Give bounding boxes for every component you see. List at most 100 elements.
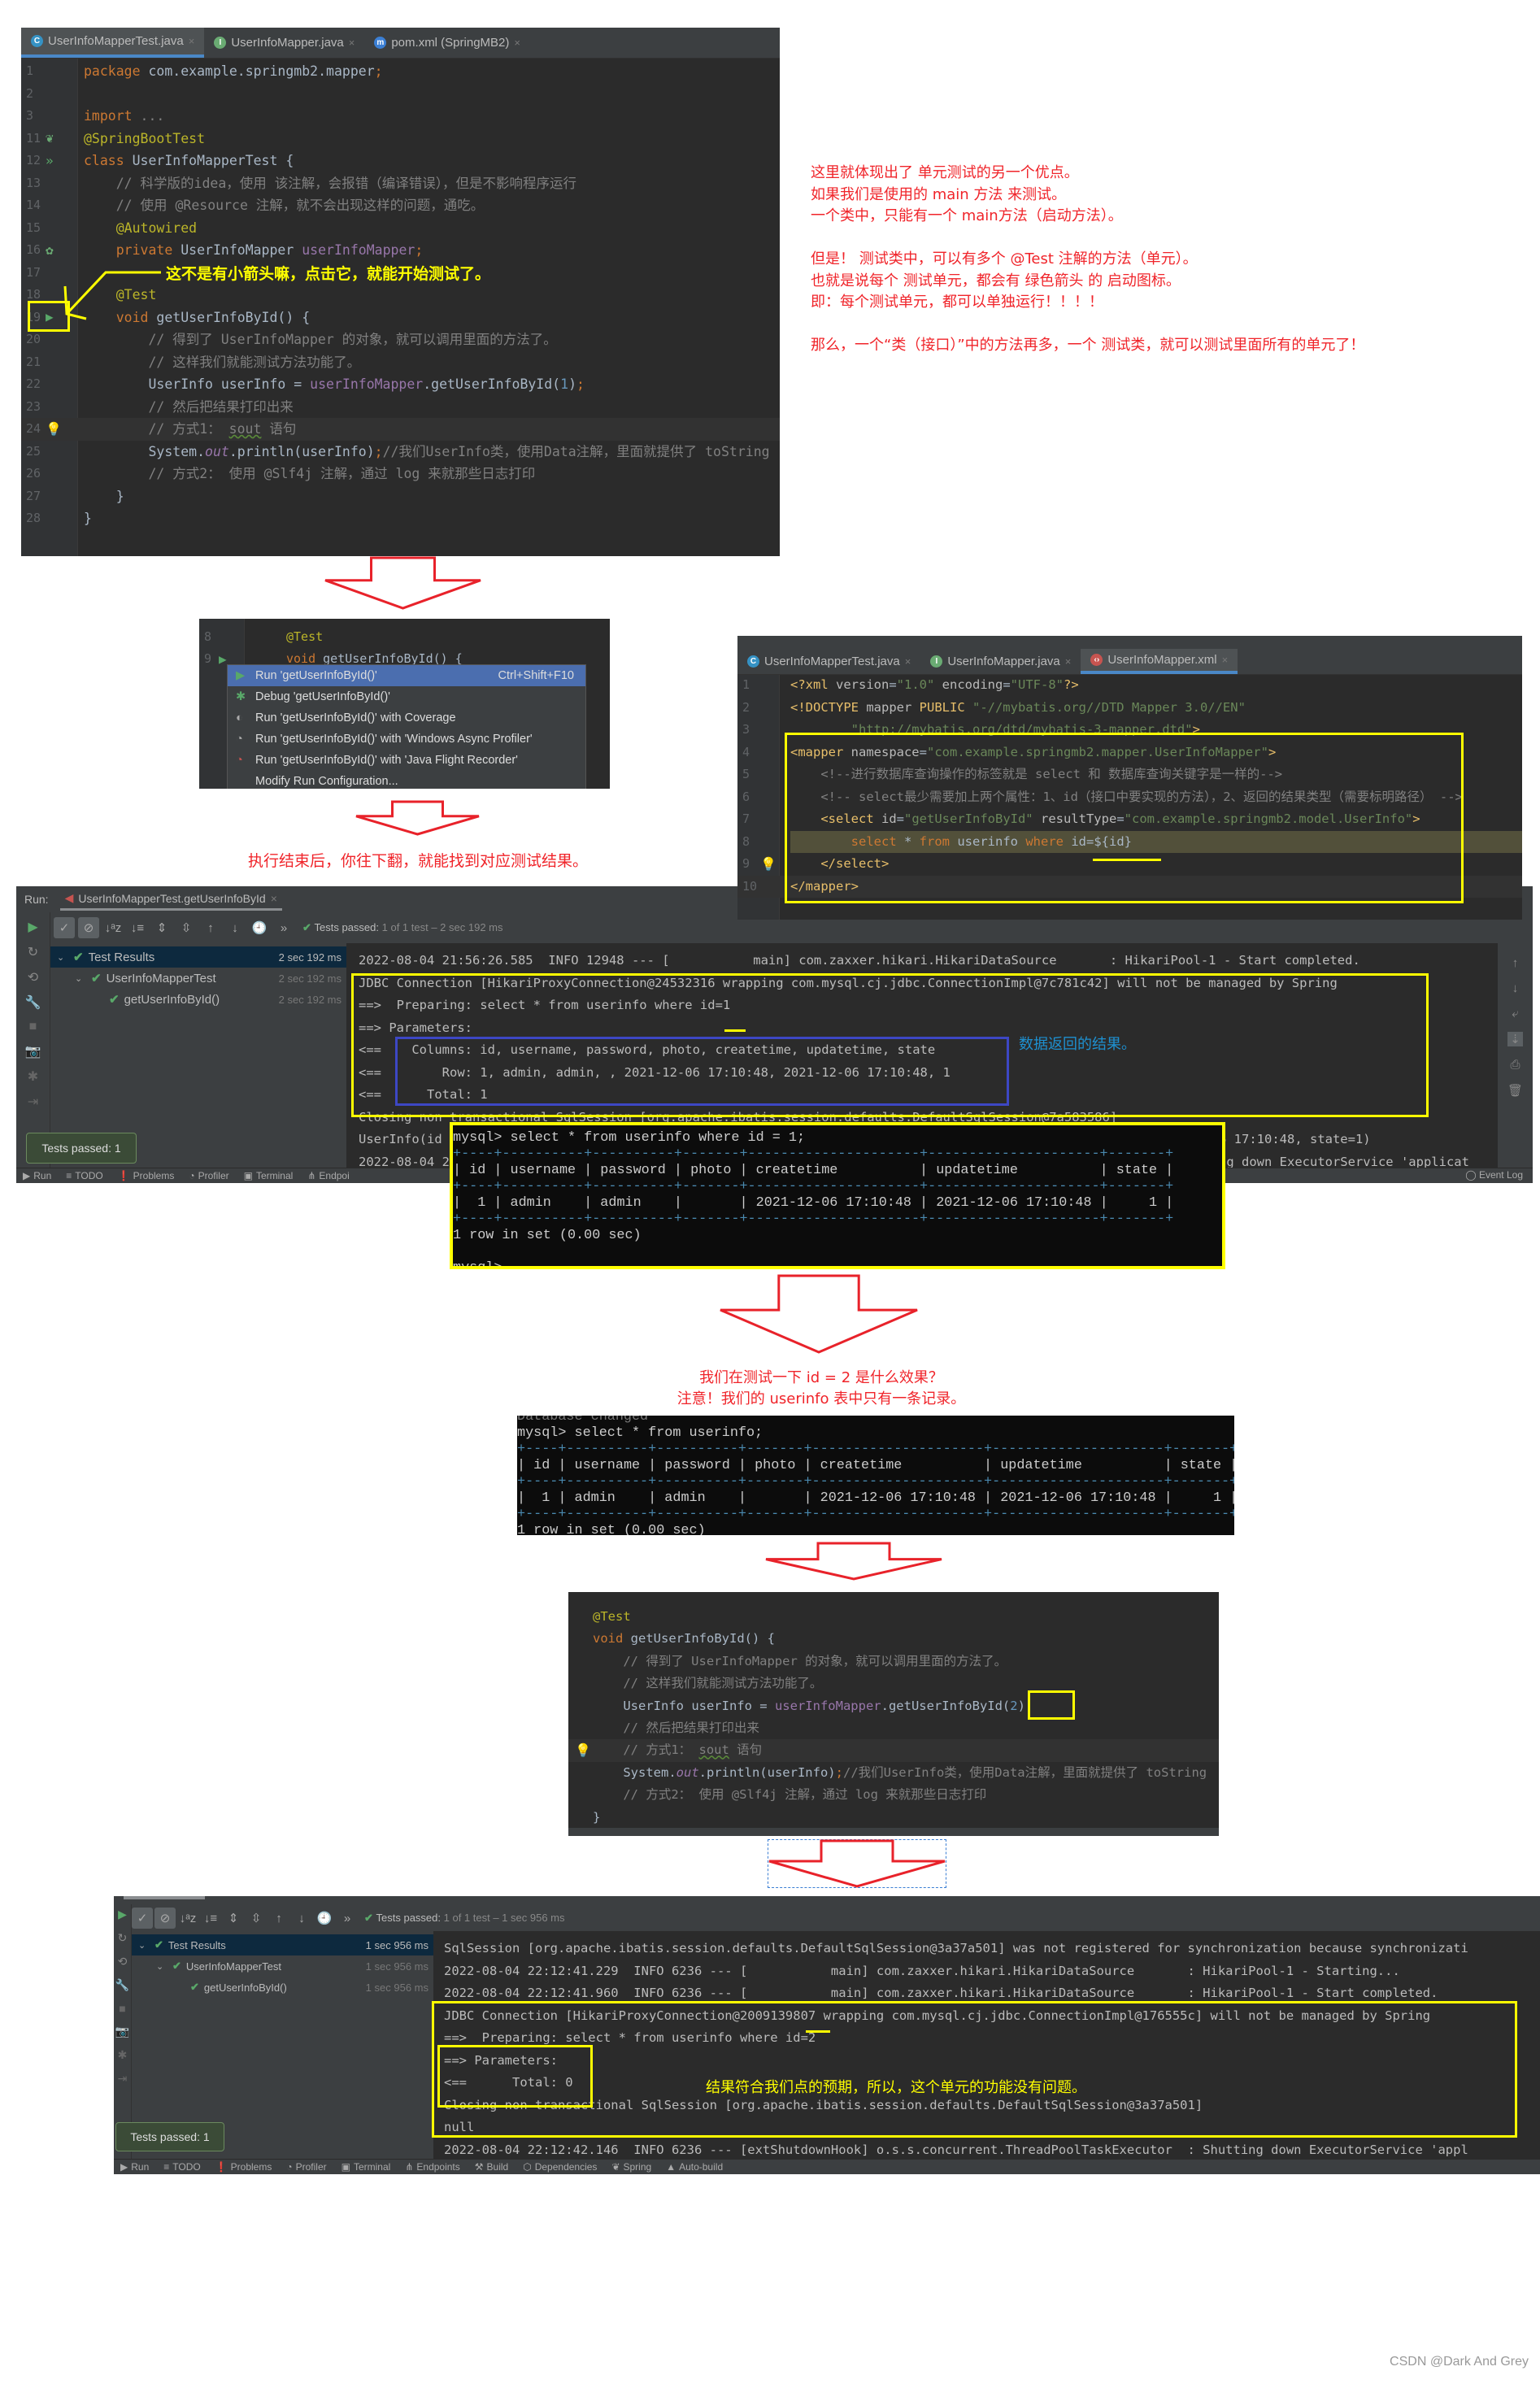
tab-userinfomappertest-java[interactable]: C UserInfoMapperTest.java × — [737, 649, 920, 674]
rerun-icon[interactable]: ▶ — [28, 919, 37, 935]
editor-tabs: C UserInfoMapperTest.java × I UserInfoMapper… — [737, 649, 1522, 675]
menu-item-0[interactable]: ▶ Run 'getUserInfoById()' Ctrl+Shift+F10 — [228, 665, 585, 686]
endpoints-icon: ⋔ — [307, 1170, 316, 1181]
menu-item-4[interactable]: ◔ Run 'getUserInfoById()' with 'Java Flig… — [228, 750, 585, 771]
toolwindow-label: Problems — [133, 1170, 175, 1181]
tree-item[interactable]: ✔ getUserInfoById() 2 sec 192 ms — [50, 989, 346, 1010]
toolwindow-spring[interactable]: ❦ Spring — [611, 2161, 651, 2173]
table-border: +----+----------+----------+-------+----… — [517, 1474, 1234, 1490]
close-tab-icon[interactable]: × — [349, 37, 355, 49]
exit-icon[interactable]: ⇥ — [118, 2072, 128, 2086]
rerun-icon[interactable]: ▶ — [118, 1908, 127, 1921]
sort-alpha-icon[interactable]: ↓ᵃz — [177, 1908, 198, 1929]
more-icon[interactable]: » — [273, 917, 294, 938]
scroll-up-icon[interactable]: ↑ — [1512, 956, 1519, 970]
column-header: password — [664, 1458, 730, 1473]
stop-icon[interactable]: ■ — [29, 1020, 37, 1034]
close-tab-icon[interactable]: × — [1065, 655, 1072, 668]
tree-item[interactable]: ⌄ ✔ UserInfoMapperTest 2 sec 192 ms — [50, 968, 346, 989]
toolwindow-terminal[interactable]: ▣ Terminal — [244, 1170, 294, 1181]
chevron-down-icon[interactable]: ⌄ — [138, 1940, 150, 1951]
expand-all-icon[interactable]: ⇕ — [223, 1908, 244, 1929]
settings-wrench-icon[interactable]: 🔧 — [25, 994, 41, 1011]
tree-item[interactable]: ✔ getUserInfoById() 1 sec 956 ms — [132, 1977, 433, 1998]
toolwindow-endpoi[interactable]: ⋔ Endpoi — [307, 1170, 349, 1181]
history-icon[interactable]: 🕘 — [314, 1908, 335, 1929]
debug-icon[interactable]: ✱ — [28, 1068, 38, 1085]
tree-item[interactable]: ⌄ ✔ Test Results 1 sec 956 ms — [132, 1934, 433, 1955]
show-passed-icon[interactable]: ✓ — [132, 1908, 153, 1929]
prev-test-icon[interactable]: ↑ — [200, 917, 221, 938]
sort-duration-icon[interactable]: ↓≡ — [200, 1908, 221, 1929]
toolwindow-profiler[interactable]: ◔ Profiler — [286, 2161, 326, 2173]
close-tab-icon[interactable]: × — [1222, 654, 1229, 666]
exit-icon[interactable]: ⇥ — [28, 1094, 38, 1110]
toolwindow-run[interactable]: ▶ Run — [23, 1170, 51, 1181]
menu-item-2[interactable]: ◐ Run 'getUserInfoById()' with Coverage — [228, 707, 585, 729]
collapse-all-icon[interactable]: ⇳ — [176, 917, 197, 938]
event-log-button[interactable]: ◯ Event Log — [1465, 1169, 1523, 1181]
soft-wrap-icon[interactable]: ⤶ — [1512, 1007, 1518, 1020]
expand-all-icon[interactable]: ⇕ — [151, 917, 172, 938]
line-number: 8 — [204, 629, 212, 644]
screenshot-icon[interactable]: 📷 — [25, 1043, 41, 1059]
toolwindow-profiler[interactable]: ◔ Profiler — [189, 1170, 228, 1181]
settings-wrench-icon[interactable]: 🔧 — [115, 1978, 129, 1992]
scroll-to-end-icon[interactable]: ⇣ — [1507, 1032, 1523, 1046]
toolwindow-todo[interactable]: ≡ TODO — [66, 1170, 102, 1181]
show-ignored-icon[interactable]: ⊘ — [78, 917, 99, 938]
menu-item-1[interactable]: ✱ Debug 'getUserInfoById()' — [228, 686, 585, 707]
sort-duration-icon[interactable]: ↓≡ — [127, 917, 148, 938]
more-icon[interactable]: » — [337, 1908, 358, 1929]
tab-pom-xml-springmb2-[interactable]: m pom.xml (SpringMB2) × — [364, 28, 530, 58]
clear-icon[interactable]: 🗑 — [1507, 1083, 1523, 1098]
close-tab-icon[interactable]: × — [905, 655, 911, 668]
prev-test-icon[interactable]: ↑ — [268, 1908, 289, 1929]
scroll-down-icon[interactable]: ↓ — [1512, 981, 1519, 995]
menu-item-3[interactable]: ◔ Run 'getUserInfoById()' with 'Windows A… — [228, 729, 585, 750]
menu-item-5[interactable]: Modify Run Configuration... — [228, 771, 585, 789]
history-icon[interactable]: 🕘 — [249, 917, 270, 938]
next-test-icon[interactable]: ↓ — [224, 917, 246, 938]
show-passed-icon[interactable]: ✓ — [54, 917, 75, 938]
toolwindow-build[interactable]: ⚒ Build — [475, 2161, 508, 2173]
code-token: PUBLIC — [919, 699, 972, 715]
chevron-down-icon[interactable]: ⌄ — [156, 1961, 167, 1972]
rerun-failed-icon[interactable]: ↻ — [28, 944, 38, 960]
chevron-down-icon[interactable]: ⌄ — [75, 973, 86, 984]
tab-userinfomapper-java[interactable]: I UserInfoMapper.java × — [204, 28, 364, 58]
toolwindow-problems[interactable]: ❗ Problems — [215, 2161, 272, 2173]
tree-duration: 1 sec 956 ms — [365, 1938, 429, 1951]
run-tab[interactable]: ◀ UserInfoMapperTest.getUserInfoById × — [59, 888, 282, 911]
tree-item[interactable]: ⌄ ✔ Test Results 2 sec 192 ms — [50, 946, 346, 968]
sort-alpha-icon[interactable]: ↓ᵃz — [102, 917, 124, 938]
close-tab-icon[interactable]: × — [189, 35, 195, 47]
toggle-auto-test-icon[interactable]: ⟲ — [118, 1955, 128, 1969]
toolwindow-auto-build[interactable]: ▲ Auto-build — [666, 2161, 723, 2173]
show-ignored-icon[interactable]: ⊘ — [154, 1908, 176, 1929]
print-icon[interactable]: ⎙ — [1510, 1058, 1520, 1072]
test-status: ✔ Tests passed: 1 of 1 test – 1 sec 956 … — [364, 1912, 565, 1925]
toolwindow-run[interactable]: ▶ Run — [120, 2161, 149, 2173]
toolwindow-problems[interactable]: ❗ Problems — [118, 1170, 175, 1181]
stop-icon[interactable]: ■ — [119, 2002, 125, 2015]
tab-userinfomapper-xml[interactable]: ‹› UserInfoMapper.xml × — [1081, 649, 1238, 674]
close-tab-icon[interactable]: × — [514, 37, 520, 49]
toolwindow-endpoints[interactable]: ⋔ Endpoints — [405, 2161, 459, 2173]
collapse-all-icon[interactable]: ⇳ — [246, 1908, 267, 1929]
code-token: ?> — [1064, 677, 1079, 692]
rerun-failed-icon[interactable]: ↻ — [118, 1931, 128, 1945]
toolwindow-terminal[interactable]: ▣ Terminal — [341, 2161, 391, 2173]
toolwindow-todo[interactable]: ≡ TODO — [163, 2161, 200, 2173]
run-icon[interactable]: ▶ — [219, 652, 227, 666]
close-icon[interactable]: × — [271, 892, 277, 905]
toggle-auto-test-icon[interactable]: ⟲ — [28, 969, 38, 985]
toolwindow-dependencies[interactable]: ⬡ Dependencies — [523, 2161, 597, 2173]
mysql-next-prompt: mysql> — [453, 1260, 502, 1269]
debug-icon[interactable]: ✱ — [118, 2048, 128, 2062]
tree-item[interactable]: ⌄ ✔ UserInfoMapperTest 1 sec 956 ms — [132, 1955, 433, 1977]
screenshot-icon[interactable]: 📷 — [115, 2025, 129, 2038]
tab-userinfomapper-java[interactable]: I UserInfoMapper.java × — [920, 649, 1081, 674]
chevron-down-icon[interactable]: ⌄ — [57, 952, 68, 963]
next-test-icon[interactable]: ↓ — [291, 1908, 312, 1929]
